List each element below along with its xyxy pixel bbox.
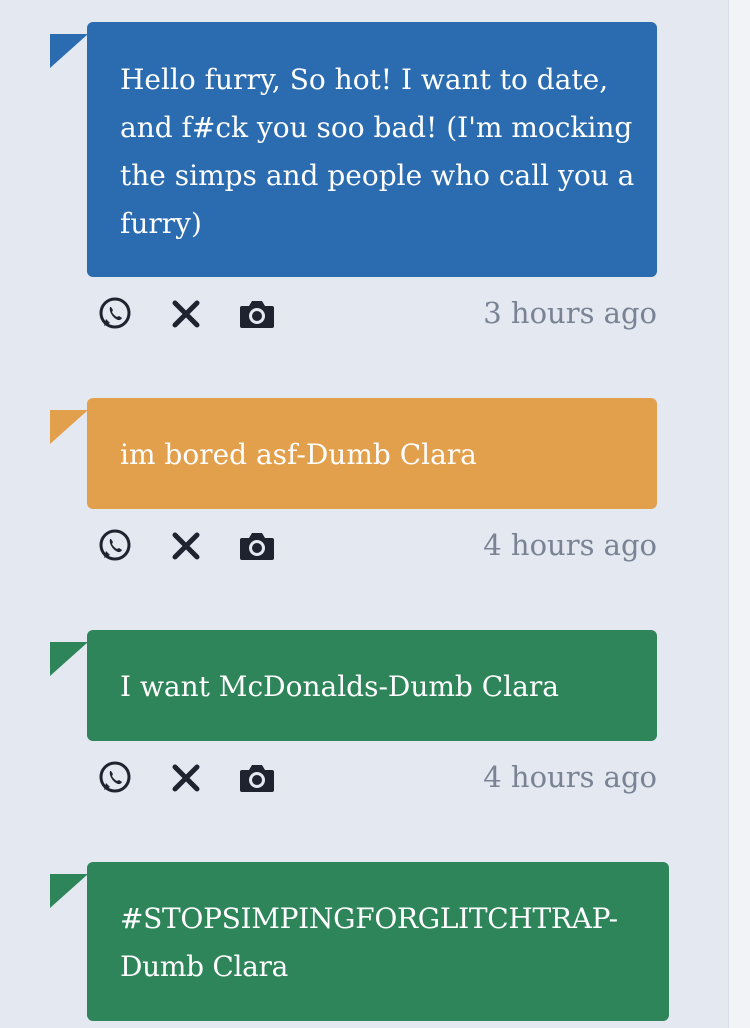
screenshot-share-button[interactable]: [238, 527, 276, 565]
screenshot-share-button[interactable]: [238, 295, 276, 333]
post-timestamp: 4 hours ago: [483, 760, 657, 794]
camera-icon: [238, 529, 276, 563]
x-share-button[interactable]: [167, 527, 205, 565]
message-bubble: Hello furry, So hot! I want to date, and…: [87, 22, 657, 277]
bubble-tail: [50, 642, 88, 676]
post-timestamp: 3 hours ago: [483, 296, 657, 330]
x-share-button[interactable]: [167, 295, 205, 333]
message-bubble: I want McDonalds-Dumb Clara: [87, 630, 657, 741]
x-icon: [171, 763, 201, 793]
bubble-tail: [50, 34, 88, 68]
share-actions: [96, 758, 309, 798]
whatsapp-icon: [97, 760, 133, 796]
message-text: im bored asf-Dumb Clara: [120, 438, 477, 471]
camera-icon: [238, 297, 276, 331]
message-text: #STOPSIMPINGFORGLITCHTRAP-Dumb Clara: [120, 902, 618, 983]
message-text: Hello furry, So hot! I want to date, and…: [120, 63, 635, 240]
x-icon: [171, 531, 201, 561]
share-actions: [96, 526, 309, 566]
whatsapp-share-button[interactable]: [96, 527, 134, 565]
bubble-tail: [50, 410, 88, 444]
post-timestamp: 4 hours ago: [483, 528, 657, 562]
whatsapp-share-button[interactable]: [96, 295, 134, 333]
x-icon: [171, 299, 201, 329]
whatsapp-icon: [97, 296, 133, 332]
message-feed: Hello furry, So hot! I want to date, and…: [0, 0, 728, 1028]
whatsapp-share-button[interactable]: [96, 759, 134, 797]
whatsapp-icon: [97, 528, 133, 564]
message-bubble: #STOPSIMPINGFORGLITCHTRAP-Dumb Clara: [87, 862, 669, 1021]
share-actions: [96, 294, 309, 334]
x-share-button[interactable]: [167, 759, 205, 797]
screenshot-share-button[interactable]: [238, 759, 276, 797]
camera-icon: [238, 761, 276, 795]
message-text: I want McDonalds-Dumb Clara: [120, 670, 559, 703]
bubble-tail: [50, 874, 88, 908]
message-bubble: im bored asf-Dumb Clara: [87, 398, 657, 509]
scroll-rail[interactable]: [728, 0, 750, 1028]
